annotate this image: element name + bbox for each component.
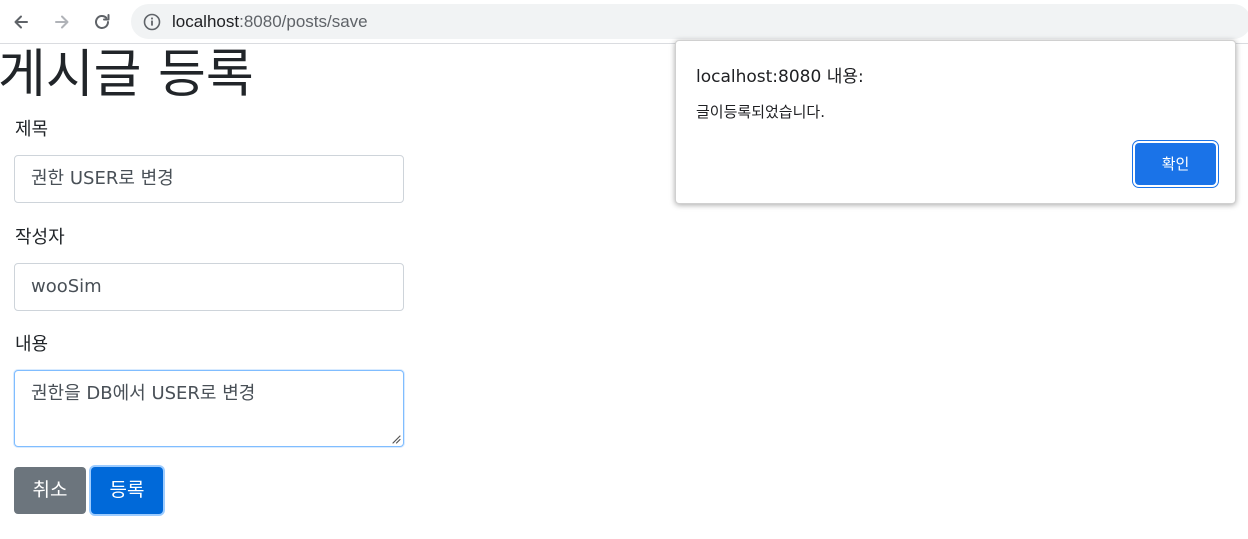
address-bar[interactable]: localhost:8080/posts/save [131,4,1248,39]
reload-button[interactable] [89,9,115,35]
title-input[interactable]: 권한 USER로 변경 [14,155,404,203]
browser-toolbar: localhost:8080/posts/save [0,0,1248,44]
content-label: 내용 [15,334,49,355]
url-host: localhost [172,12,240,31]
content-text: 권한을 DB에서 USER로 변경 [31,383,256,404]
submit-button[interactable]: 등록 [91,467,163,514]
author-input[interactable]: wooSim [14,263,404,311]
content-textarea[interactable]: 권한을 DB에서 USER로 변경 [14,370,404,447]
reload-icon [95,14,110,29]
resize-handle-icon[interactable] [391,434,401,444]
title-label: 제목 [15,119,49,140]
forward-arrow-icon [55,15,69,29]
forward-button[interactable] [49,9,75,35]
dialog-ok-button[interactable]: 확인 [1135,143,1216,185]
back-arrow-icon [14,15,28,29]
url-text: localhost:8080/posts/save [172,12,368,31]
cancel-button[interactable]: 취소 [14,467,86,514]
alert-dialog: localhost:8080 내용: 글이등록되었습니다. 확인 [675,40,1236,204]
url-path: :8080/posts/save [239,12,368,31]
page-title: 게시글 등록 [0,45,254,105]
dialog-message: 글이등록되었습니다. [696,103,825,121]
back-button[interactable] [8,9,34,35]
author-label: 작성자 [15,227,65,248]
dialog-title: localhost:8080 내용: [696,67,864,87]
info-icon[interactable] [143,13,161,31]
